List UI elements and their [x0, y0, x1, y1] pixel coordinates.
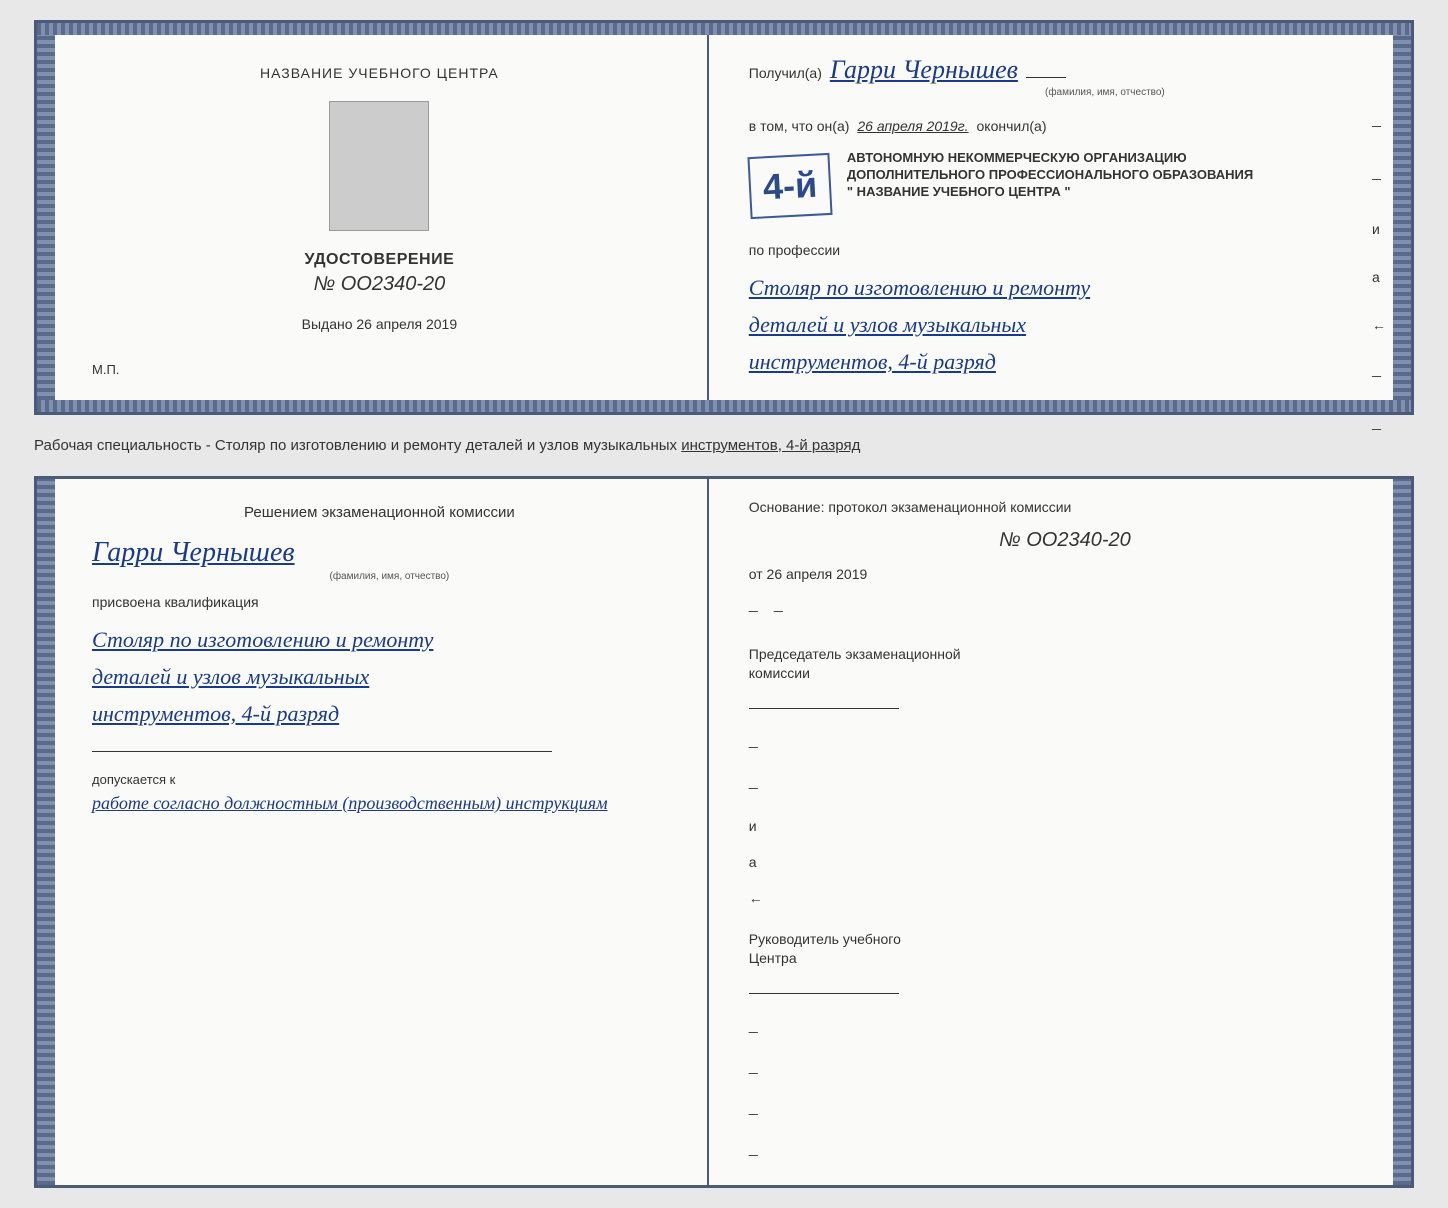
between-text-area: Рабочая специальность - Столяр по изгото…	[34, 431, 1414, 460]
received-label: Получил(а)	[749, 65, 822, 81]
director-block: Руководитель учебного Центра	[749, 930, 1381, 999]
bottom-left-strip	[37, 479, 55, 1185]
mp-label: М.П.	[92, 362, 119, 377]
bottom-number: № OO2340-20	[749, 529, 1381, 552]
director-label-1: Руководитель учебного	[749, 931, 901, 947]
grade-stamp: 4-й	[747, 153, 832, 219]
right-dash-8: –	[749, 1021, 1381, 1042]
profession-line-2: деталей и узлов музыкальных	[749, 307, 1381, 342]
separator-line	[92, 751, 552, 752]
top-right-panel: Получил(а) Гарри Чернышев (фамилия, имя,…	[709, 35, 1411, 400]
dash-6: –	[1372, 365, 1386, 386]
border-top-strip	[37, 23, 1411, 35]
chairman-block: Председатель экзаменационной комиссии	[749, 645, 1381, 714]
right-dash-7: ←	[749, 890, 1381, 906]
qualification-line-2: деталей и узлов музыкальных	[92, 659, 667, 694]
right-dash-1: –	[749, 600, 758, 621]
profession-line-1: Столяр по изготовлению и ремонту	[749, 270, 1381, 305]
director-label-2: Центра	[749, 950, 797, 966]
issued-date: 26 апреля 2019	[356, 316, 457, 332]
right-dash-6: а	[749, 854, 1381, 870]
top-left-panel: НАЗВАНИЕ УЧЕБНОГО ЦЕНТРА УДОСТОВЕРЕНИЕ №…	[37, 35, 709, 400]
basis-title: Основание: протокол экзаменационной коми…	[749, 499, 1381, 515]
profession-line-3: инструментов, 4-й разряд	[749, 344, 1381, 379]
photo-area	[329, 101, 429, 231]
between-text-underline: инструментов, 4-й разряд	[681, 437, 860, 454]
fact-date: 26 апреля 2019г.	[857, 118, 968, 134]
right-decorative-strip	[1393, 35, 1411, 400]
stamp-number: 4-й	[762, 164, 818, 209]
issued-label: Выдано	[302, 316, 353, 332]
cert-label: УДОСТОВЕРЕНИЕ	[305, 251, 455, 269]
dash-4: а	[1372, 269, 1386, 285]
assigned-label: присвоена квалификация	[92, 594, 667, 610]
date-value: 26 апреля 2019	[767, 566, 868, 582]
top-document: НАЗВАНИЕ УЧЕБНОГО ЦЕНТРА УДОСТОВЕРЕНИЕ №…	[34, 20, 1414, 415]
qualification-line-1: Столяр по изготовлению и ремонту	[92, 622, 667, 657]
qualification-line-3: инструментов, 4-й разряд	[92, 696, 667, 731]
chairman-signature-line	[749, 689, 899, 709]
border-bottom-strip-top	[37, 400, 1411, 412]
dash-2: –	[1372, 168, 1386, 189]
bottom-person-name: Гарри Чернышев	[92, 537, 667, 569]
dash-1: –	[1372, 115, 1386, 136]
decision-title: Решением экзаменационной комиссии	[92, 504, 667, 521]
profession-label: по профессии	[749, 242, 1381, 258]
date-prefix: от	[749, 566, 763, 582]
recipient-name: Гарри Чернышев	[830, 55, 1018, 85]
org-line-1: АВТОНОМНУЮ НЕКОММЕРЧЕСКУЮ ОРГАНИЗАЦИЮ	[847, 150, 1253, 165]
allowed-label: допускается к	[92, 772, 175, 787]
org-line-3: " НАЗВАНИЕ УЧЕБНОГО ЦЕНТРА "	[847, 184, 1253, 199]
allowed-text: работе согласно должностным (производств…	[92, 793, 608, 814]
right-dash-11: –	[749, 1144, 1381, 1165]
right-dash-2: –	[774, 600, 783, 621]
fact-intro: в том, что он(а)	[749, 118, 850, 134]
dash-3: и	[1372, 221, 1386, 237]
right-dash-4: –	[749, 777, 1381, 798]
right-dash-9: –	[749, 1062, 1381, 1083]
between-text-content: Рабочая специальность - Столяр по изгото…	[34, 437, 860, 454]
bottom-right-panel: Основание: протокол экзаменационной коми…	[709, 479, 1411, 1185]
right-dash-5: и	[749, 818, 1381, 834]
issued-line: Выдано 26 апреля 2019	[302, 316, 458, 332]
dash-7: –	[1372, 418, 1386, 439]
director-label: Руководитель учебного Центра	[749, 930, 1381, 969]
chairman-label-2: комиссии	[749, 665, 810, 681]
name-subtitle-top: (фамилия, имя, отчество)	[829, 87, 1381, 98]
bottom-right-strip	[1393, 479, 1411, 1185]
chairman-label: Председатель экзаменационной комиссии	[749, 645, 1381, 684]
dash-5: ←	[1372, 317, 1386, 333]
bottom-document: Решением экзаменационной комиссии Гарри …	[34, 476, 1414, 1188]
director-signature-line	[749, 974, 899, 994]
cert-number: № OO2340-20	[314, 273, 446, 296]
bottom-date: от 26 апреля 2019	[749, 566, 1381, 582]
chairman-label-1: Председатель экзаменационной	[749, 646, 961, 662]
org-line-2: ДОПОЛНИТЕЛЬНОГО ПРОФЕССИОНАЛЬНОГО ОБРАЗО…	[847, 167, 1253, 182]
right-dash-3: –	[749, 736, 1381, 757]
fact-finished: окончил(а)	[977, 118, 1047, 134]
bottom-name-subtitle: (фамилия, имя, отчество)	[112, 571, 667, 582]
right-dash-10: –	[749, 1103, 1381, 1124]
school-title: НАЗВАНИЕ УЧЕБНОГО ЦЕНТРА	[260, 65, 499, 81]
bottom-left-panel: Решением экзаменационной комиссии Гарри …	[37, 479, 709, 1185]
left-decorative-strip	[37, 35, 55, 400]
